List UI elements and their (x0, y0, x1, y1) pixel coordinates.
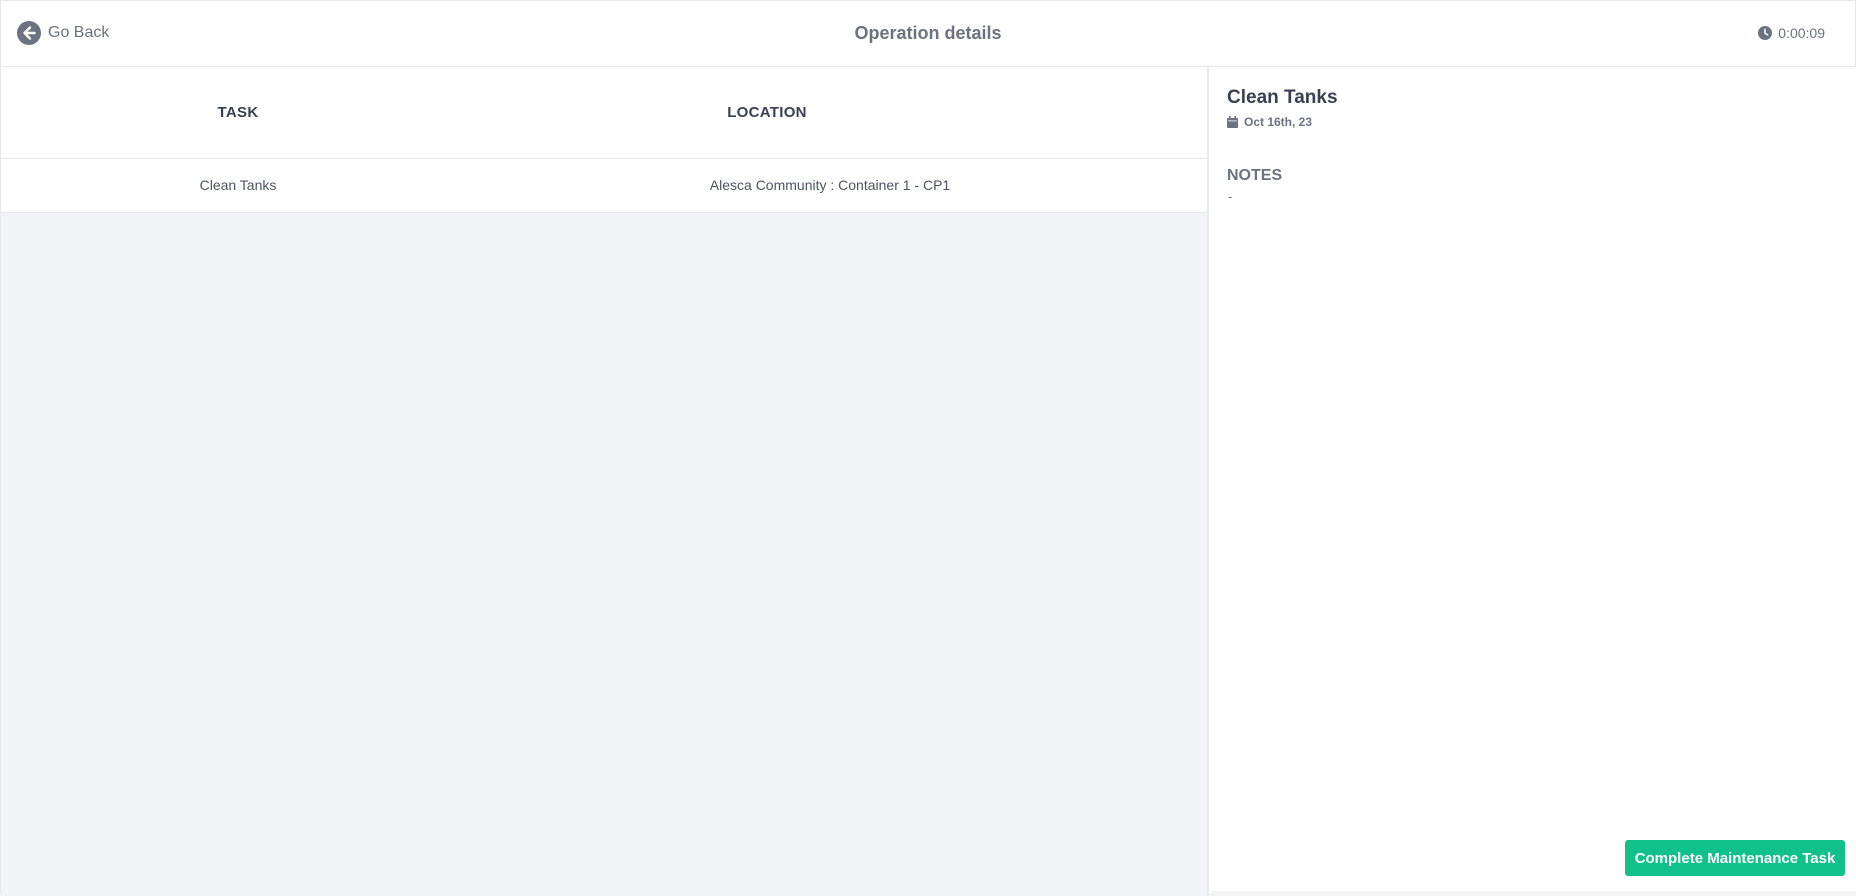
notes-value: - (1228, 189, 1233, 204)
page-title: Operation details (854, 23, 1002, 43)
elapsed-timer: 0:00:09 (1758, 25, 1825, 41)
table-header: TASK LOCATION (1, 67, 1207, 159)
clock-icon (1758, 26, 1773, 40)
cell-task: Clean Tanks (199, 177, 277, 193)
timer-value: 0:00:09 (1778, 25, 1825, 41)
column-header-location: LOCATION (727, 104, 807, 121)
app-window: Go Back Operation details 0:00:09 TASK L… (0, 0, 1856, 896)
task-detail-pane: Clean Tanks Oct 16th, 23 NOTES - Complet… (1211, 67, 1856, 896)
column-header-task: TASK (217, 104, 259, 121)
cell-location: Alesca Community : Container 1 - CP1 (709, 177, 951, 193)
detail-date-value: Oct 16th, 23 (1244, 115, 1313, 129)
bottom-divider (1211, 891, 1856, 896)
detail-title: Clean Tanks (1227, 87, 1338, 108)
complete-maintenance-task-button[interactable]: Complete Maintenance Task (1625, 840, 1845, 876)
detail-date: Oct 16th, 23 (1227, 115, 1312, 129)
header-bar: Go Back Operation details 0:00:09 (1, 1, 1855, 67)
calendar-icon (1227, 116, 1238, 128)
task-list-pane: TASK LOCATION Clean Tanks Alesca Communi… (1, 67, 1209, 896)
table-row[interactable]: Clean Tanks Alesca Community : Container… (1, 159, 1207, 213)
notes-heading: NOTES (1227, 167, 1283, 184)
